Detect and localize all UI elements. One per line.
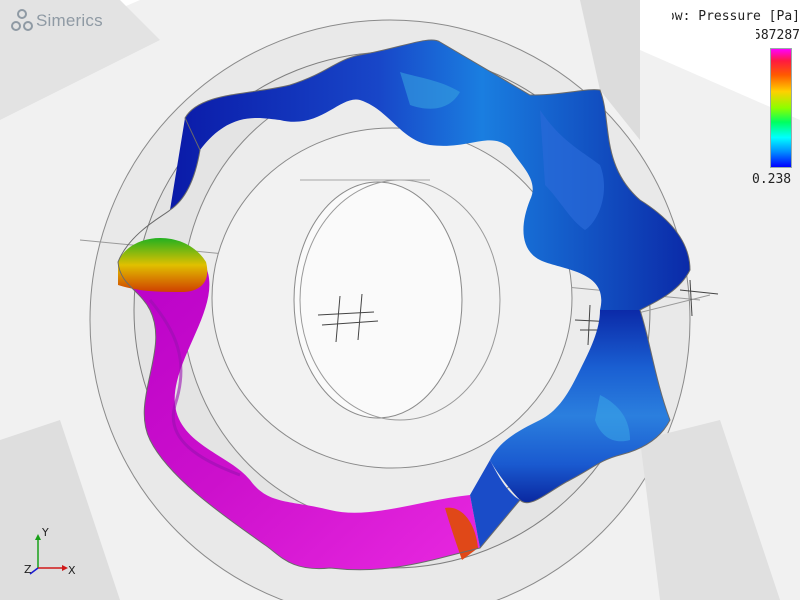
legend-max-label: 2587287: [756, 28, 800, 43]
legend-title: Flow: Pressure [Pa]: [672, 9, 800, 24]
axis-triad: Y X Z: [24, 526, 76, 577]
inner-bore: [211, 127, 573, 469]
pressure-colorbar: [770, 48, 792, 168]
axis-x-label: X: [68, 564, 76, 577]
legend-min-label: 0.238: [752, 172, 792, 187]
brand-name: Simerics: [36, 11, 103, 30]
axis-z-label: Z: [24, 563, 32, 576]
3d-viewport[interactable]: [0, 0, 800, 600]
axis-y-label: Y: [41, 526, 49, 539]
brand: Simerics: [8, 6, 103, 36]
